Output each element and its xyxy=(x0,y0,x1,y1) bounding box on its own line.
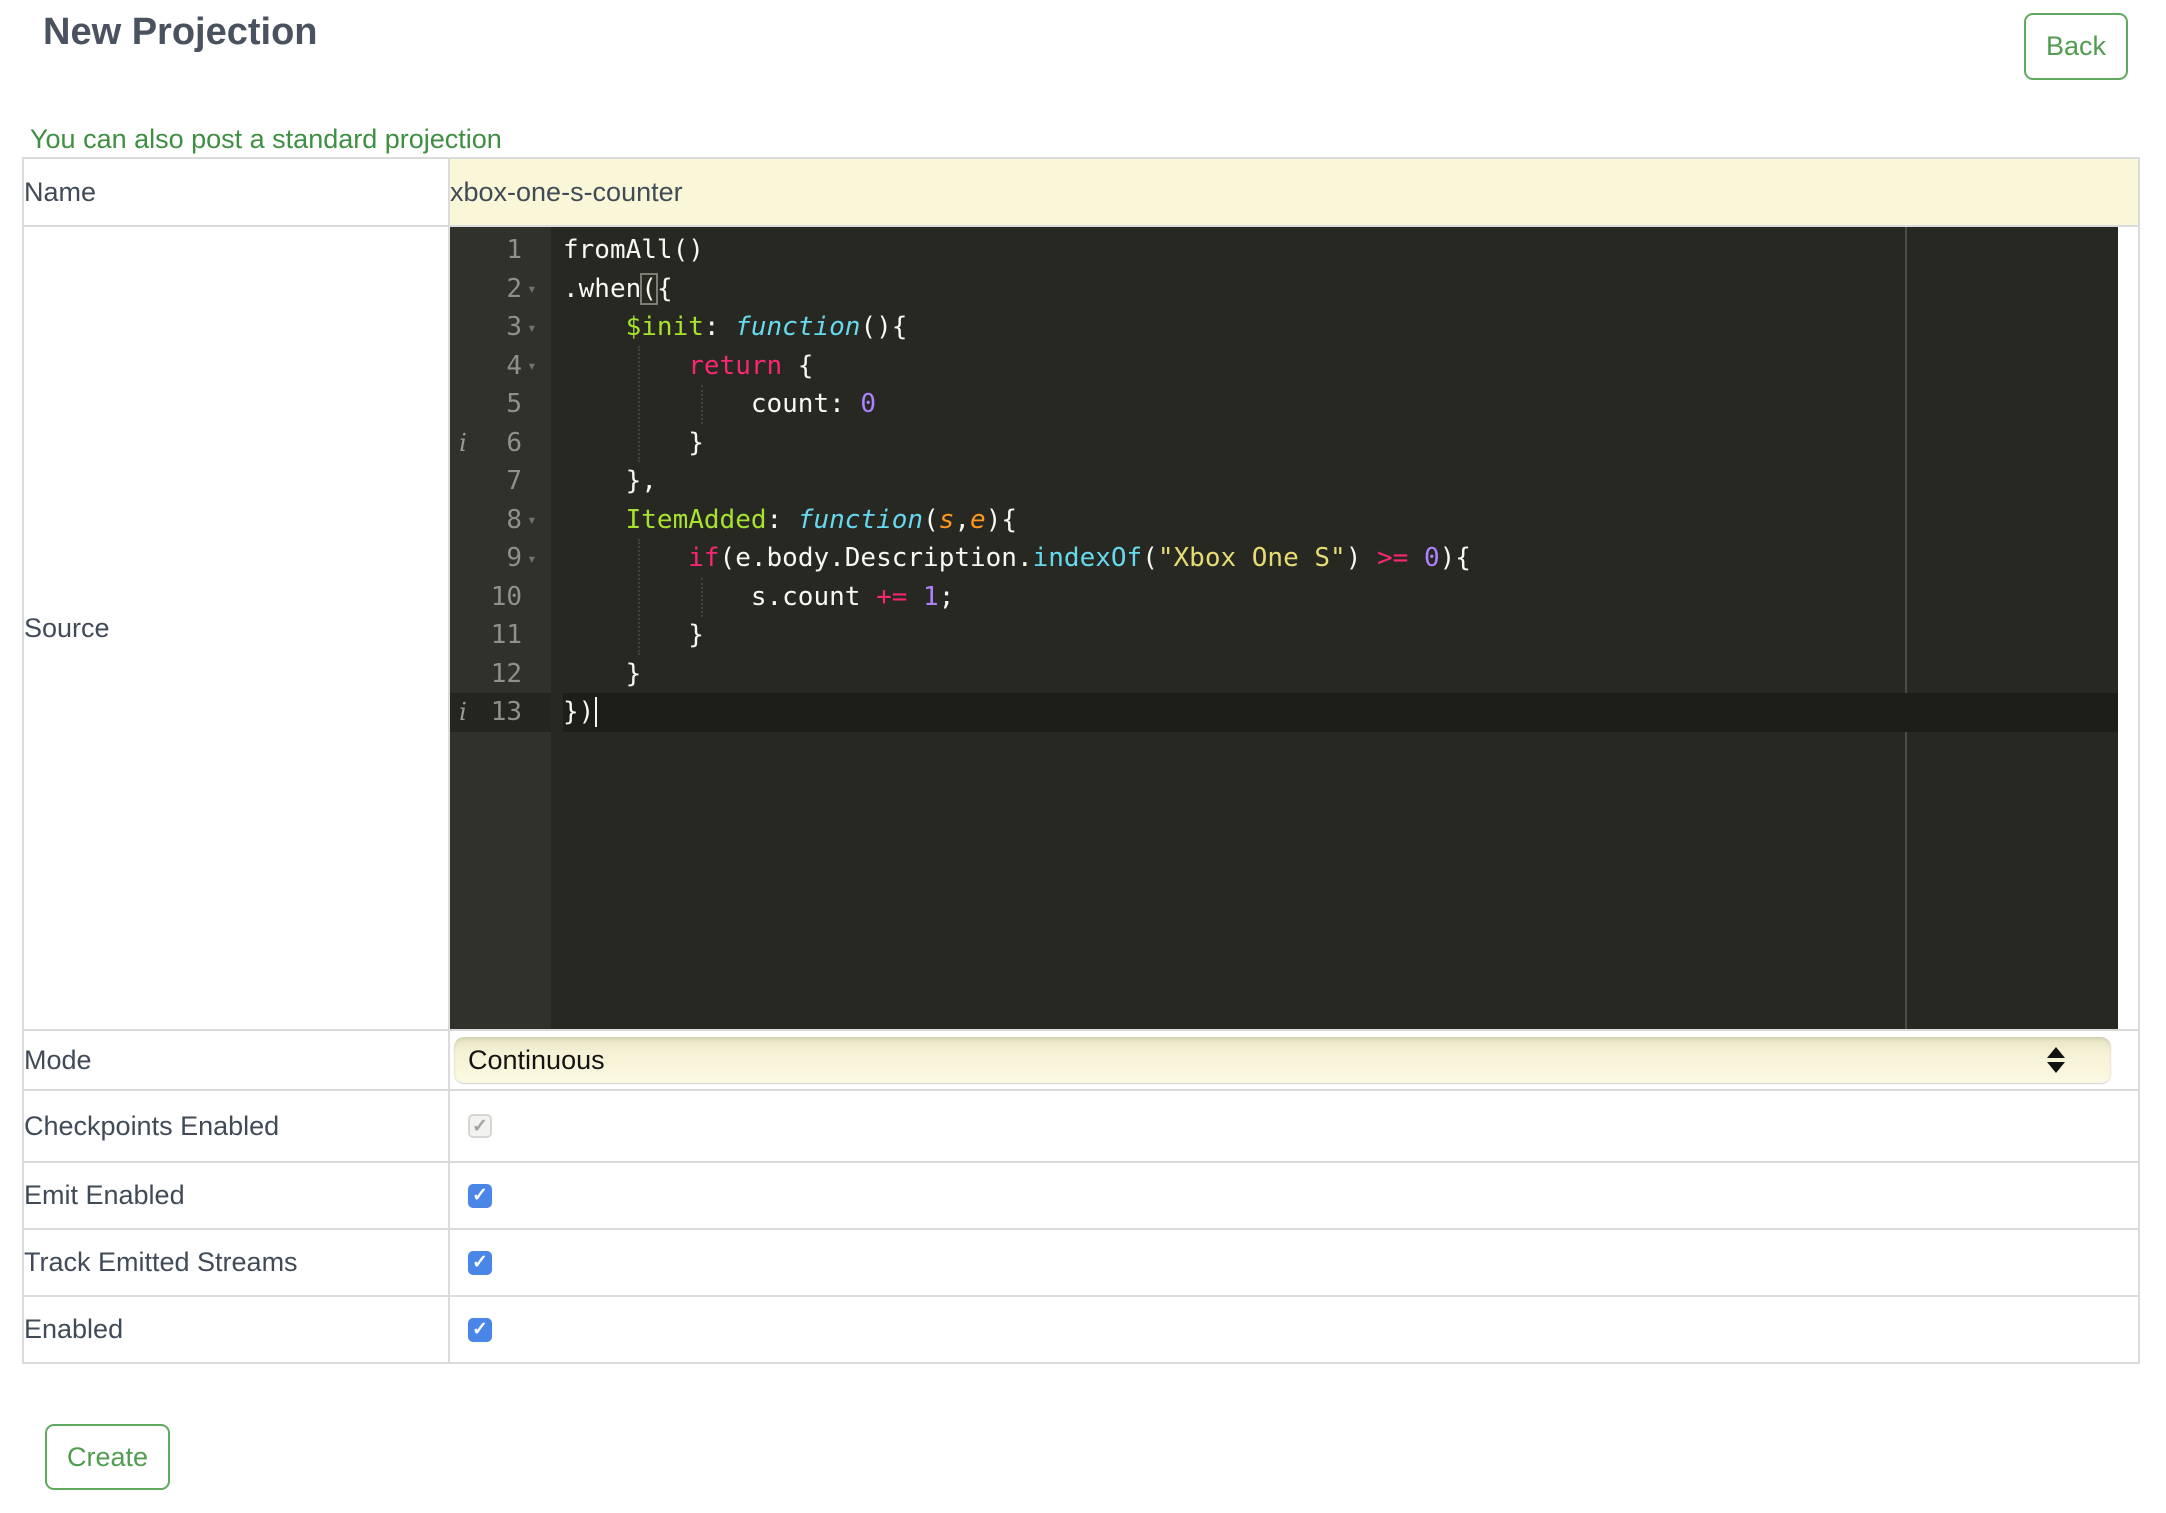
checkpoints-enabled-label: Checkpoints Enabled xyxy=(22,1089,450,1163)
line-number: 9 xyxy=(506,543,522,574)
table-row-source: Source 1 2 ▾ 3 ▾ 4 ▾ 5 i 6 7 8 ▾ 9 ▾ 10 11 12 i 13 fromAll(… xyxy=(22,225,2140,1031)
code-line[interactable]: fromAll() xyxy=(563,231,2118,270)
line-number: 8 xyxy=(506,504,522,535)
code-line[interactable]: }) xyxy=(563,693,2118,732)
name-label: Name xyxy=(22,157,450,227)
editor-gutter: 1 2 ▾ 3 ▾ 4 ▾ 5 i 6 7 8 ▾ 9 ▾ 10 11 12 i 13 xyxy=(450,227,551,1029)
fold-toggle-icon[interactable]: ▾ xyxy=(527,356,551,375)
line-number: 3 xyxy=(506,312,522,343)
code-line[interactable]: } xyxy=(563,655,2118,694)
table-row-mode: Mode Continuous xyxy=(22,1029,2140,1091)
fold-toggle-icon[interactable]: ▾ xyxy=(527,549,551,568)
emit-enabled-checkbox[interactable]: ✓ xyxy=(468,1183,492,1208)
line-number: 12 xyxy=(490,658,522,689)
enabled-checkbox[interactable]: ✓ xyxy=(468,1317,492,1342)
info-annotation-icon: i xyxy=(459,428,467,457)
checkpoints-enabled-checkbox[interactable]: ✓ xyxy=(468,1114,492,1138)
enabled-label: Enabled xyxy=(22,1295,450,1364)
track-emitted-streams-checkbox[interactable]: ✓ xyxy=(468,1250,492,1275)
code-line[interactable]: $init: function(){ xyxy=(563,308,2118,347)
fold-toggle-icon[interactable]: ▾ xyxy=(527,318,551,337)
editor-code-area[interactable]: fromAll() .when({ $init: function(){ retu… xyxy=(551,227,2118,1029)
fold-toggle-icon[interactable]: ▾ xyxy=(527,510,551,529)
code-line[interactable]: count: 0 xyxy=(563,385,2118,424)
select-arrows-icon xyxy=(2047,1047,2065,1073)
arrow-up-icon xyxy=(2047,1047,2065,1058)
code-line[interactable]: s.count += 1; xyxy=(563,578,2118,617)
line-number: 6 xyxy=(506,427,522,458)
info-annotation-icon: i xyxy=(459,698,467,726)
standard-projection-link[interactable]: You can also post a standard projection xyxy=(30,124,502,155)
source-code-editor[interactable]: 1 2 ▾ 3 ▾ 4 ▾ 5 i 6 7 8 ▾ 9 ▾ 10 11 12 i 13 fromAll() .when(… xyxy=(450,227,2118,1029)
line-number: 5 xyxy=(506,389,522,420)
code-line[interactable]: } xyxy=(563,616,2118,655)
track-emitted-streams-label: Track Emitted Streams xyxy=(22,1228,450,1297)
line-number: 1 xyxy=(506,235,522,266)
table-row-track-emitted-streams: Track Emitted Streams ✓ xyxy=(22,1228,2140,1297)
code-line[interactable]: if(e.body.Description.indexOf("Xbox One … xyxy=(563,539,2118,578)
line-number: 10 xyxy=(490,581,522,612)
arrow-down-icon xyxy=(2047,1062,2065,1073)
line-number: 13 xyxy=(490,697,522,728)
code-line[interactable]: } xyxy=(563,424,2118,463)
table-row-checkpoints-enabled: Checkpoints Enabled ✓ xyxy=(22,1089,2140,1163)
mode-select[interactable]: Continuous xyxy=(454,1037,2111,1083)
editor-code[interactable]: fromAll() .when({ $init: function(){ retu… xyxy=(551,227,2118,732)
page-title: New Projection xyxy=(43,11,318,53)
code-line[interactable]: }, xyxy=(563,462,2118,501)
name-input[interactable]: xbox-one-s-counter xyxy=(448,157,2140,227)
code-line[interactable]: .when({ xyxy=(563,270,2118,309)
table-row-name: Name xbox-one-s-counter xyxy=(22,157,2140,227)
line-number: 4 xyxy=(506,350,522,381)
table-row-emit-enabled: Emit Enabled ✓ xyxy=(22,1161,2140,1230)
projection-form-table: Name xbox-one-s-counter Source 1 2 ▾ 3 ▾ 4 ▾ 5 i… xyxy=(22,157,2140,1364)
mode-select-value: Continuous xyxy=(468,1044,605,1075)
text-cursor xyxy=(595,697,598,727)
code-line[interactable]: return { xyxy=(563,347,2118,386)
emit-enabled-label: Emit Enabled xyxy=(22,1161,450,1230)
new-projection-page: New Projection Back You can also post a … xyxy=(0,0,2166,1513)
line-number: 11 xyxy=(490,620,522,651)
back-button[interactable]: Back xyxy=(2023,13,2128,80)
line-number: 7 xyxy=(506,466,522,497)
source-label: Source xyxy=(22,225,450,1031)
line-number: 2 xyxy=(506,273,522,304)
fold-toggle-icon[interactable]: ▾ xyxy=(527,279,551,298)
mode-label: Mode xyxy=(22,1029,450,1091)
create-button[interactable]: Create xyxy=(45,1424,171,1490)
code-line[interactable]: ItemAdded: function(s,e){ xyxy=(563,501,2118,540)
table-row-enabled: Enabled ✓ xyxy=(22,1295,2140,1364)
